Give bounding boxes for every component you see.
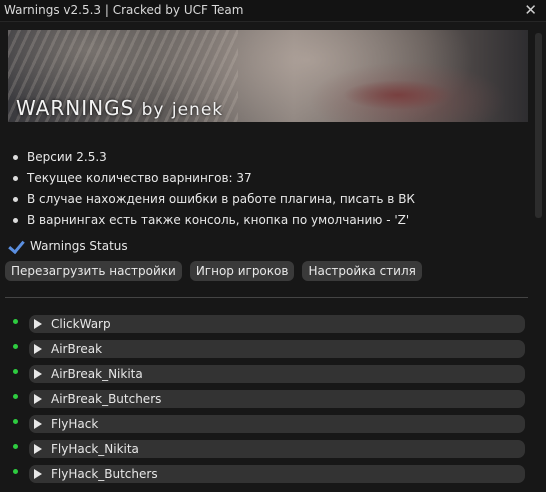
active-dot-icon: [13, 344, 18, 349]
warning-item-flyhack[interactable]: FlyHack: [29, 415, 525, 433]
banner-lips-shape: [343, 80, 453, 110]
warning-name: AirBreak_Butchers: [51, 392, 162, 406]
banner-by: by: [141, 100, 165, 120]
expand-arrow-icon[interactable]: [34, 394, 42, 404]
close-icon[interactable]: ✕: [524, 1, 537, 19]
expand-arrow-icon[interactable]: [34, 419, 42, 429]
warning-name: FlyHack_Nikita: [51, 442, 139, 456]
info-item-version: Версии 2.5.3: [12, 148, 415, 169]
warnings-window: Warnings v2.5.3 | Cracked by UCF Team ✕ …: [0, 0, 546, 492]
style-settings-button[interactable]: Настройка стиля: [302, 261, 422, 281]
banner-title: WARNINGS: [16, 96, 135, 120]
active-dot-icon: [13, 444, 18, 449]
window-title: Warnings v2.5.3 | Cracked by UCF Team: [4, 3, 244, 17]
warning-name: AirBreak_Nikita: [51, 367, 143, 381]
warning-item-airbreak[interactable]: AirBreak: [29, 340, 525, 358]
warning-item-airbreak-nikita[interactable]: AirBreak_Nikita: [29, 365, 525, 383]
warning-item-airbreak-butchers[interactable]: AirBreak_Butchers: [29, 390, 525, 408]
active-dot-icon: [13, 319, 18, 324]
expand-arrow-icon[interactable]: [34, 469, 42, 479]
divider: [5, 297, 528, 298]
expand-arrow-icon[interactable]: [34, 369, 42, 379]
warning-name: ClickWarp: [51, 317, 111, 331]
active-dot-icon: [13, 469, 18, 474]
warnings-status-toggle[interactable]: Warnings Status: [8, 236, 128, 256]
active-dot-icon: [13, 419, 18, 424]
active-dot-icon: [13, 394, 18, 399]
list-item: AirBreak: [8, 339, 528, 364]
list-item: ClickWarp: [8, 314, 528, 339]
expand-arrow-icon[interactable]: [34, 319, 42, 329]
warnings-list: ClickWarp AirBreak AirBreak_Nikita AirBr…: [8, 314, 528, 489]
warning-name: FlyHack: [51, 417, 99, 431]
list-item: AirBreak_Nikita: [8, 364, 528, 389]
info-list: Версии 2.5.3 Текущее количество варнинго…: [12, 148, 415, 232]
title-bar[interactable]: Warnings v2.5.3 | Cracked by UCF Team ✕: [0, 0, 546, 22]
list-item: FlyHack_Nikita: [8, 439, 528, 464]
info-item-console: В варнингах есть также консоль, кнопка п…: [12, 211, 415, 232]
warnings-status-label: Warnings Status: [30, 239, 128, 253]
list-item: FlyHack: [8, 414, 528, 439]
list-item: FlyHack_Butchers: [8, 464, 528, 489]
scrollbar[interactable]: [535, 33, 542, 218]
list-item: AirBreak_Butchers: [8, 389, 528, 414]
banner-author: jenek: [171, 100, 224, 120]
warning-name: FlyHack_Butchers: [51, 467, 158, 481]
info-item-count: Текущее количество варнингов: 37: [12, 169, 415, 190]
warning-item-clickwarp[interactable]: ClickWarp: [29, 315, 525, 333]
button-row: Перезагрузить настройки Игнор игроков На…: [5, 261, 422, 281]
warning-name: AirBreak: [51, 342, 103, 356]
banner-text: WARNINGS by jenek: [16, 96, 223, 120]
check-icon[interactable]: [8, 238, 24, 254]
expand-arrow-icon[interactable]: [34, 444, 42, 454]
ignore-players-button[interactable]: Игнор игроков: [189, 261, 295, 281]
warning-item-flyhack-butchers[interactable]: FlyHack_Butchers: [29, 465, 525, 483]
reload-settings-button[interactable]: Перезагрузить настройки: [5, 261, 182, 281]
banner-image: WARNINGS by jenek: [8, 30, 528, 122]
info-item-bugs: В случае нахождения ошибки в работе плаг…: [12, 190, 415, 211]
expand-arrow-icon[interactable]: [34, 344, 42, 354]
warning-item-flyhack-nikita[interactable]: FlyHack_Nikita: [29, 440, 525, 458]
active-dot-icon: [13, 369, 18, 374]
